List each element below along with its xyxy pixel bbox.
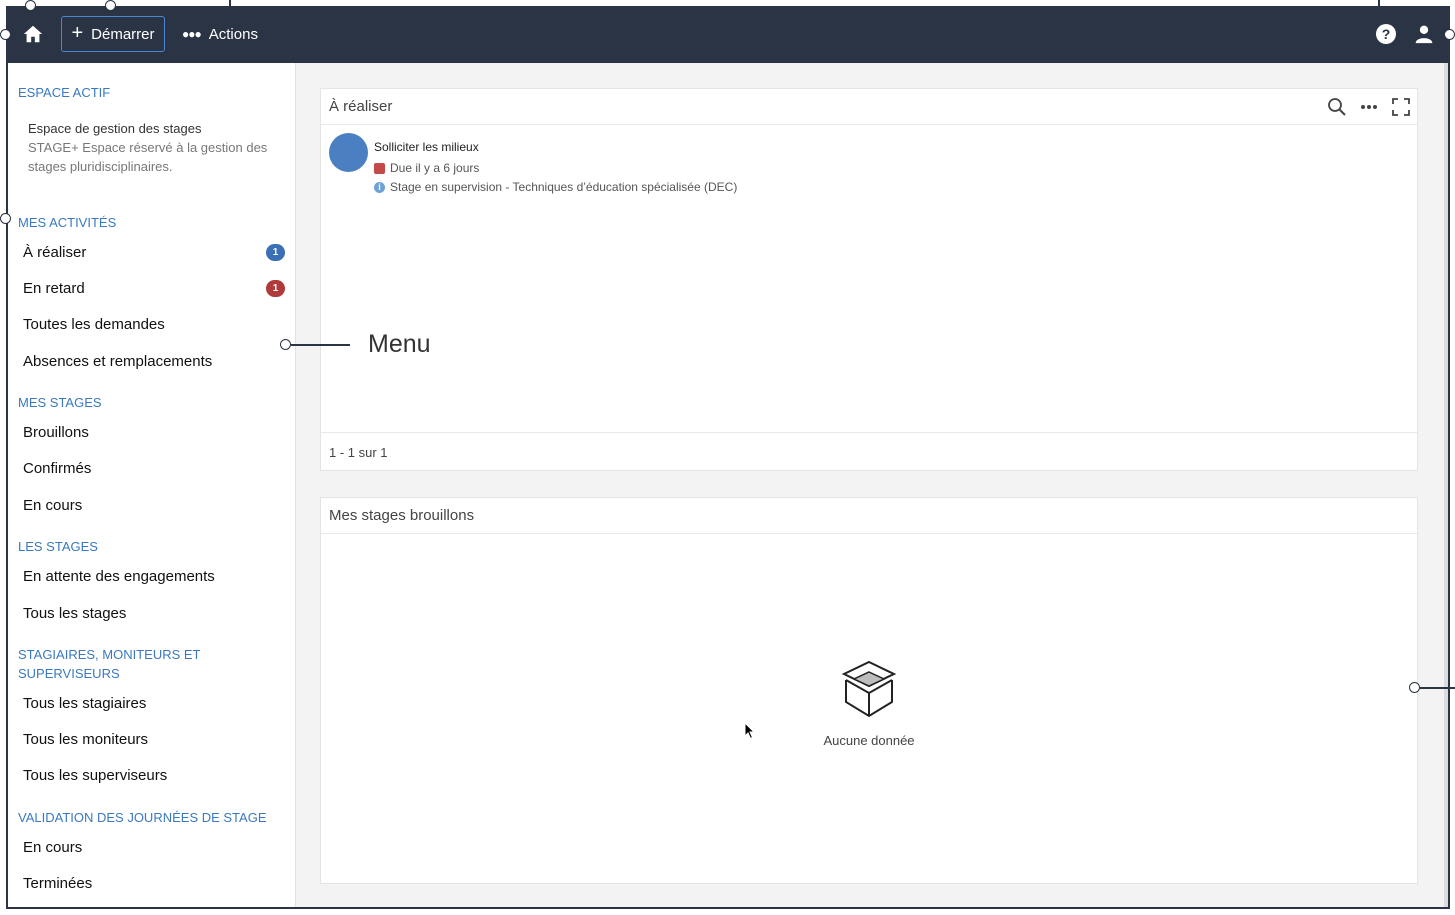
space-name: Espace de gestion des stages [28, 121, 202, 136]
space-subtitle: STAGE+ Espace réservé à la gestion des s… [28, 140, 268, 174]
sidebar-item-absences[interactable]: Absences et remplacements [23, 348, 285, 376]
task-due-text: Due il y a 6 jours [390, 161, 480, 175]
sidebar-item-moniteurs[interactable]: Tous les moniteurs [23, 726, 285, 754]
sidebar-item-en-attente[interactable]: En attente des engagements [23, 563, 285, 591]
sidebar-item-confirmes[interactable]: Confirmés [23, 455, 285, 483]
sidebar-item-toutes-demandes[interactable]: Toutes les demandes [23, 311, 285, 339]
start-button[interactable]: + Démarrer [61, 16, 165, 52]
task-context: i Stage en supervision - Techniques d’éd… [374, 180, 737, 194]
user-icon[interactable] [1414, 24, 1434, 44]
mouse-cursor-icon [744, 722, 756, 740]
menu-annotation-label: Menu [368, 330, 431, 358]
sidebar-item-en-retard[interactable]: En retard 1 [23, 275, 285, 303]
section-title-active-space: ESPACE ACTIF [18, 85, 111, 100]
sidebar-item-label: À réaliser [23, 244, 87, 261]
avatar [329, 133, 368, 172]
sidebar-item-tous-stages[interactable]: Tous les stages [23, 600, 285, 628]
annotation-marker [0, 213, 11, 224]
section-title-people: STAGIAIRES, MONITEURS ET SUPERVISEURS [18, 645, 201, 683]
task-title: Solliciter les milieux [374, 140, 479, 154]
calendar-icon [374, 162, 385, 174]
section-title-people-line1: STAGIAIRES, MONITEURS ET [18, 647, 201, 662]
drafts-panel-header: Mes stages brouillons [321, 498, 1417, 534]
sidebar-menu: ESPACE ACTIF Espace de gestion des stage… [8, 63, 296, 907]
help-icon[interactable]: ? [1376, 24, 1396, 44]
annotation-marker [25, 0, 36, 11]
count-badge: 1 [266, 244, 285, 261]
annotation-marker [1444, 29, 1455, 40]
active-space-description: Espace de gestion des stages STAGE+ Espa… [28, 119, 278, 176]
actions-label: Actions [208, 25, 258, 43]
empty-box-icon [841, 660, 897, 718]
annotation-line [1378, 0, 1380, 12]
sidebar-item-brouillons[interactable]: Brouillons [23, 419, 285, 447]
start-button-label: Démarrer [91, 25, 155, 43]
more-options-icon[interactable] [1359, 97, 1379, 117]
top-bar: + Démarrer ●●● Actions ? [8, 6, 1448, 63]
panel-title: Mes stages brouillons [329, 507, 475, 524]
annotation-marker [1409, 682, 1420, 693]
sidebar-item-label: En retard [23, 280, 85, 297]
section-title-validation: VALIDATION DES JOURNÉES DE STAGE [18, 810, 267, 825]
section-title-activities: MES ACTIVITÉS [18, 215, 117, 230]
panel-title: À réaliser [329, 98, 393, 115]
empty-text: Aucune donnée [823, 733, 915, 748]
task-item[interactable]: Solliciter les milieux Due il y a 6 jour… [329, 133, 1029, 203]
search-icon[interactable] [1327, 97, 1347, 117]
empty-state: Aucune donnée [321, 658, 1417, 748]
actions-menu-button[interactable]: ●●● Actions [182, 16, 258, 52]
app-window: + Démarrer ●●● Actions ? ESPACE ACTIF Es… [6, 6, 1450, 909]
scrollbar[interactable] [1444, 63, 1448, 907]
menu-annotation-marker [280, 339, 291, 350]
drafts-panel: Mes stages brouillons Aucune donnée [320, 497, 1418, 884]
sidebar-item-en-cours[interactable]: En cours [23, 492, 285, 520]
count-badge: 1 [266, 280, 285, 297]
sidebar-item-terminees[interactable]: Terminées [23, 870, 285, 898]
task-due-date: Due il y a 6 jours [374, 161, 479, 175]
sidebar-item-validation-en-cours[interactable]: En cours [23, 834, 285, 862]
pagination-info: 1 - 1 sur 1 [321, 432, 1417, 470]
annotation-marker [1375, 12, 1383, 20]
task-context-text: Stage en supervision - Techniques d’éduc… [390, 180, 738, 194]
info-icon: i [374, 181, 385, 193]
annotation-line [1420, 687, 1455, 689]
section-title-people-line2: SUPERVISEURS [18, 666, 120, 681]
section-title-my-stages: MES STAGES [18, 395, 102, 410]
plus-icon: + [71, 22, 84, 44]
sidebar-item-stagiaires[interactable]: Tous les stagiaires [23, 690, 285, 718]
todo-panel: À réaliser Solliciter les milieux Due il… [320, 88, 1418, 471]
annotation-marker [226, 12, 234, 20]
sidebar-item-superviseurs[interactable]: Tous les superviseurs [23, 762, 285, 790]
annotation-marker [0, 29, 11, 40]
home-icon[interactable] [22, 23, 44, 45]
ellipsis-icon: ●●● [182, 27, 202, 41]
annotation-marker [105, 0, 116, 11]
menu-annotation-line [291, 344, 350, 346]
sidebar-item-a-realiser[interactable]: À réaliser 1 [23, 239, 285, 267]
annotation-line [229, 0, 231, 12]
todo-panel-header: À réaliser [321, 89, 1417, 125]
section-title-stages: LES STAGES [18, 539, 98, 554]
fullscreen-icon[interactable] [1391, 97, 1411, 117]
